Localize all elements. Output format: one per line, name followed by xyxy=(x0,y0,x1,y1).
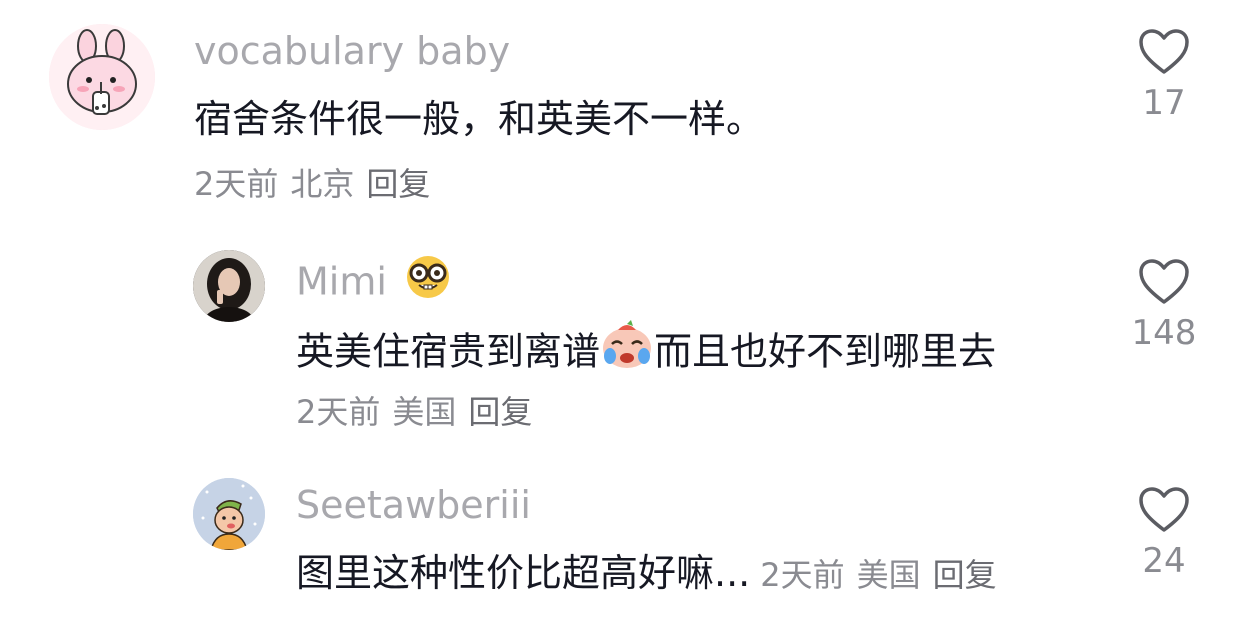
reply-button[interactable]: 回复 xyxy=(933,556,997,594)
comment-time: 2天前 xyxy=(194,165,279,203)
crying-face-emoji-icon xyxy=(600,320,654,376)
dark-hair-photo-avatar-icon xyxy=(193,250,265,322)
comment-text: 英美住宿贵到离谱 而且也好不到哪里去 xyxy=(296,320,997,382)
like-button[interactable]: 17 xyxy=(1114,28,1214,120)
heart-icon[interactable] xyxy=(1138,28,1190,76)
comment-body: 宿舍条件很一般，和英美不一样。 xyxy=(194,97,765,141)
cartoon-character-avatar-icon xyxy=(193,478,265,550)
like-button[interactable]: 148 xyxy=(1114,258,1214,350)
avatar[interactable] xyxy=(193,478,265,550)
comment-location: 北京 xyxy=(290,165,355,203)
heart-icon[interactable] xyxy=(1138,486,1190,534)
pink-bunny-avatar-icon xyxy=(49,24,155,130)
comment-body-part: 而且也好不到哪里去 xyxy=(654,329,997,374)
avatar[interactable] xyxy=(193,250,265,322)
reply-button[interactable]: 回复 xyxy=(366,165,430,203)
comment-location: 美国 xyxy=(392,393,457,431)
avatar[interactable] xyxy=(49,24,155,130)
nerd-face-emoji-icon xyxy=(403,254,453,306)
like-button[interactable]: 24 xyxy=(1114,486,1214,578)
comment-username[interactable]: Mimi xyxy=(296,256,453,310)
comment-meta: 2天前 美国 回复 xyxy=(760,556,996,594)
like-count: 17 xyxy=(1142,83,1186,123)
comment-text: 宿舍条件很一般，和英美不一样。 xyxy=(194,100,764,138)
comment-text: 图里这种性价比超高好嘛... 2天前 美国 回复 xyxy=(296,554,997,592)
username-text[interactable]: Seetawberiii xyxy=(296,483,531,527)
username-text[interactable]: Mimi xyxy=(296,260,387,304)
comment-location: 美国 xyxy=(856,556,921,594)
heart-icon[interactable] xyxy=(1138,258,1190,306)
comment-username[interactable]: Seetawberiii xyxy=(296,486,531,524)
comment-meta: 2天前 美国 回复 xyxy=(296,396,544,428)
comment-body: 图里这种性价比超高好嘛... xyxy=(296,551,751,595)
comment-body-part: 英美住宿贵到离谱 xyxy=(296,329,601,374)
comment-meta: 2天前 北京 回复 xyxy=(194,168,442,200)
reply-button[interactable]: 回复 xyxy=(468,393,532,431)
username-text[interactable]: vocabulary baby xyxy=(194,29,510,73)
like-count: 24 xyxy=(1142,541,1186,581)
like-count: 148 xyxy=(1131,313,1197,353)
comment-time: 2天前 xyxy=(760,556,845,594)
comment-time: 2天前 xyxy=(296,393,381,431)
comment-username[interactable]: vocabulary baby xyxy=(194,32,510,70)
